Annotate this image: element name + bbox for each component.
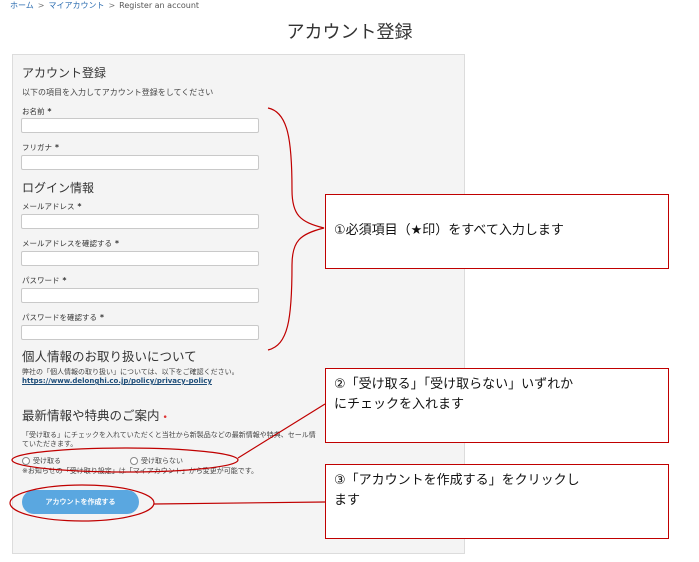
account-section-heading: アカウント登録 [22,66,107,80]
privacy-section-heading: 個人情報のお取り扱いについて [22,349,197,364]
required-mark: * [77,202,82,211]
callout-two-line1: ②「受け取る」「受け取らない」いずれか [334,377,574,392]
radio-not-receive-label: 受け取らない [141,457,183,465]
password-input[interactable] [21,288,259,303]
callout-radio-choice: ②「受け取る」「受け取らない」いずれか にチェックを入れます [325,368,669,443]
name-label: お名前 * [22,106,51,117]
radio-not-receive[interactable] [130,457,138,465]
breadcrumb: ホーム > マイアカウント > Register an account [10,0,199,11]
name-label-text: お名前 [22,107,45,116]
breadcrumb-current: Register an account [119,1,200,10]
privacy-policy-link[interactable]: https://www.delonghi.co.jp/policy/privac… [22,377,212,385]
news-note: ※お知らせの「受け取り設定」は「マイアカウント」から変更が可能です。 [22,467,259,475]
radio-not-receive-option[interactable]: 受け取らない [130,456,183,466]
news-heading-text: 最新情報や特典のご案内 [22,408,160,423]
required-mark: * [47,107,52,116]
breadcrumb-my-account-link[interactable]: マイアカウント [48,1,104,10]
callout-create-button: ③「アカウントを作成する」をクリックし ます [325,464,669,539]
breadcrumb-separator: > [108,1,116,10]
news-section-heading: 最新情報や特典のご案内 • [22,405,168,424]
radio-receive[interactable] [22,457,30,465]
required-mark: * [100,313,104,322]
page-title: アカウント登録 [286,22,413,43]
password-confirm-label-text: パスワードを確認する [22,313,97,322]
login-section-heading: ログイン情報 [22,181,95,195]
radio-receive-option[interactable]: 受け取る [22,456,61,466]
email-input[interactable] [21,214,259,229]
required-mark: * [62,276,67,285]
callout-two-line2: にチェックを入れます [334,397,465,413]
email-confirm-input[interactable] [21,251,259,266]
email-confirm-label-text: メールアドレスを確認する [22,239,112,248]
password-label-text: パスワード [22,276,60,285]
breadcrumb-home-link[interactable]: ホーム [10,1,34,10]
create-account-button[interactable]: アカウントを作成する [22,490,139,514]
breadcrumb-separator: > [37,1,45,10]
required-dot: • [162,413,168,423]
privacy-text: 弊社の「個人情報の取り扱い」については、以下をご確認ください。 [22,368,239,376]
radio-receive-label: 受け取る [33,457,61,465]
name-input[interactable] [21,118,259,133]
news-description-line2: ていただきます。 [22,440,78,448]
callout-one-text: ①必須項目（★印）をすべて入力します [334,223,564,239]
callout-three-line2: ます [334,493,361,509]
required-mark: * [55,143,59,152]
email-confirm-label: メールアドレスを確認する * [22,238,119,249]
password-confirm-label: パスワードを確認する * [22,312,104,323]
account-section-subtext: 以下の項目を入力してアカウント登録をしてください [22,88,214,97]
password-confirm-input[interactable] [21,325,259,340]
furigana-input[interactable] [21,155,259,170]
furigana-label: フリガナ * [22,142,59,153]
furigana-label-text: フリガナ [22,143,52,152]
required-mark: * [115,239,119,248]
email-label-text: メールアドレス [22,202,75,211]
callout-required-fields: ①必須項目（★印）をすべて入力します [325,194,669,269]
callout-three-line1: ③「アカウントを作成する」をクリックし [334,473,580,488]
email-label: メールアドレス * [22,201,81,212]
password-label: パスワード * [22,275,66,286]
